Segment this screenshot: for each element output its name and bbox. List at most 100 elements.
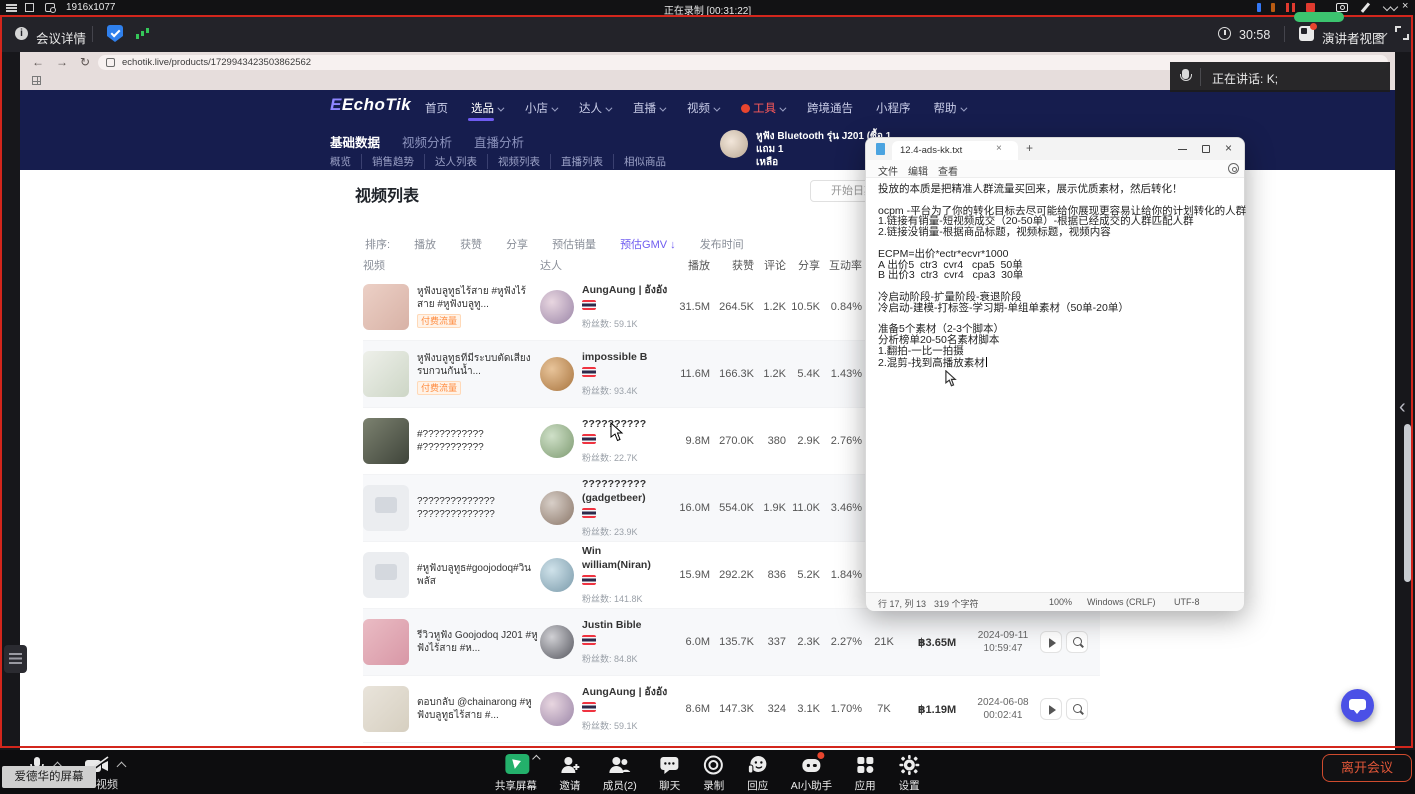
record-button[interactable]: 录制: [703, 754, 725, 793]
close-tab-icon[interactable]: ×: [996, 143, 1002, 154]
video-thumbnail[interactable]: [363, 686, 409, 732]
minimize-icon[interactable]: [1178, 149, 1187, 150]
nav-live[interactable]: 直播: [633, 100, 664, 116]
tab-basic-data[interactable]: 基础数据: [330, 132, 380, 151]
settings-gear-icon[interactable]: [1228, 163, 1239, 174]
nav-tools[interactable]: 工具: [741, 100, 784, 116]
new-tab-icon[interactable]: +: [1026, 141, 1033, 155]
info-icon[interactable]: [15, 27, 28, 40]
nav-shops[interactable]: 小店: [525, 100, 556, 116]
influencer-name[interactable]: impossible B: [582, 351, 647, 364]
nav-videos[interactable]: 视频: [687, 100, 718, 116]
influencer-avatar[interactable]: [540, 491, 574, 525]
tab-overview[interactable]: 概览: [330, 154, 362, 169]
tab-video-analysis[interactable]: 视频分析: [402, 132, 452, 151]
members-button[interactable]: 成员(2): [603, 754, 637, 793]
nav-help[interactable]: 帮助: [934, 100, 965, 116]
influencer-name[interactable]: ??????????: [582, 418, 646, 431]
inspect-video-button[interactable]: [1066, 698, 1088, 720]
tab-live-list[interactable]: 直播列表: [551, 154, 614, 169]
video-title[interactable]: ?????????????? ?????????????? ???????...: [417, 495, 540, 522]
sort-likes[interactable]: 获赞: [460, 236, 482, 252]
settings-button[interactable]: 设置: [898, 754, 920, 793]
influencer-name[interactable]: ?????????? (gadgetbeer): [582, 478, 670, 504]
menu-file[interactable]: 文件: [878, 163, 898, 178]
tab-influencer-list[interactable]: 达人列表: [425, 154, 488, 169]
influencer-avatar[interactable]: [540, 424, 574, 458]
ai-assistant-button[interactable]: AI小助手: [791, 754, 832, 793]
security-shield-icon[interactable]: [107, 25, 123, 42]
chevron-up-icon[interactable]: [532, 755, 540, 763]
play-video-button[interactable]: [1040, 631, 1062, 653]
influencer-avatar[interactable]: [540, 290, 574, 324]
video-title[interactable]: รีวิวหูฟัง Goojodoq J201 #หูฟังไร้สาย #ห…: [417, 629, 540, 655]
video-title[interactable]: ตอบกลับ @chainarong #หูฟังบลูทูธไร้สาย #…: [417, 696, 540, 722]
echotik-logo[interactable]: EEchoTik: [330, 95, 411, 115]
maximize-icon[interactable]: [1202, 145, 1210, 153]
invite-button[interactable]: 邀请: [559, 754, 581, 793]
video-thumbnail-placeholder[interactable]: [363, 485, 409, 531]
close-window-icon[interactable]: ×: [1225, 141, 1232, 155]
network-signal-icon[interactable]: [136, 34, 139, 39]
video-title[interactable]: หูฟังบลูทูธที่มีระบบตัดเสียงรบกวนกันน้ำ.…: [417, 352, 540, 378]
speaker-view-button[interactable]: 演讲者视图: [1322, 28, 1385, 47]
influencer-avatar[interactable]: [540, 558, 574, 592]
sort-est-sales[interactable]: 预估销量: [552, 236, 596, 252]
back-icon[interactable]: ←: [32, 55, 44, 69]
line-ending[interactable]: Windows (CRLF): [1087, 597, 1156, 607]
video-thumbnail[interactable]: [363, 284, 409, 330]
nav-home[interactable]: 首页: [425, 100, 448, 116]
influencer-name[interactable]: AungAung | อังอัง: [582, 686, 667, 699]
sort-plays[interactable]: 播放: [414, 236, 436, 252]
zoom-level[interactable]: 100%: [1049, 597, 1072, 607]
menu-edit[interactable]: 编辑: [908, 163, 928, 178]
nav-miniprogram[interactable]: 小程序: [876, 100, 911, 116]
notepad-text-area[interactable]: 投放的本质是把精准人群流量买回来，展示优质素材，然后转化！ ocpm -平台为了…: [866, 178, 1244, 592]
video-title[interactable]: หูฟังบลูทูธไร้สาย #หูฟังไร้สาย #หูฟังบลู…: [417, 285, 540, 311]
tab-similar-products[interactable]: 相似商品: [614, 154, 676, 169]
nav-crossborder[interactable]: 跨境通告: [807, 100, 853, 116]
screenshot-icon[interactable]: [1336, 3, 1348, 12]
influencer-avatar[interactable]: [540, 625, 574, 659]
forward-icon[interactable]: →: [56, 55, 68, 69]
page-scrollbar[interactable]: [1404, 424, 1411, 582]
reload-icon[interactable]: ↻: [80, 55, 90, 69]
video-thumbnail[interactable]: [363, 418, 409, 464]
influencer-avatar[interactable]: [540, 692, 574, 726]
pause-recording-icon[interactable]: [1286, 3, 1289, 12]
encoding[interactable]: UTF-8: [1174, 597, 1200, 607]
stop-recording-icon[interactable]: [1306, 3, 1315, 12]
video-title[interactable]: #??????????? #??????????? #????????????.…: [417, 428, 540, 455]
nav-influencers[interactable]: 达人: [579, 100, 610, 116]
sort-shares[interactable]: 分享: [506, 236, 528, 252]
tab-sales-trend[interactable]: 销售趋势: [362, 154, 425, 169]
influencer-avatar[interactable]: [540, 357, 574, 391]
meeting-details-button[interactable]: 会议详情: [36, 28, 86, 47]
play-video-button[interactable]: [1040, 698, 1062, 720]
video-thumbnail[interactable]: [363, 619, 409, 665]
influencer-name[interactable]: Justin Bible: [582, 619, 642, 632]
influencer-name[interactable]: AungAung | อังอัง: [582, 284, 667, 297]
reactions-button[interactable]: 回应: [747, 754, 769, 793]
table-row[interactable]: ตอบกลับ @chainarong #หูฟังบลูทูธไร้สาย #…: [363, 676, 1100, 743]
share-screen-button[interactable]: 共享屏幕: [495, 754, 537, 793]
site-permissions-icon[interactable]: [106, 58, 115, 67]
tab-live-analysis[interactable]: 直播分析: [474, 132, 524, 151]
sort-est-gmv[interactable]: 预估GMV ↓: [620, 236, 676, 252]
apps-button[interactable]: 应用: [854, 754, 876, 793]
panel-handle[interactable]: [4, 645, 27, 673]
fullscreen-icon[interactable]: [1395, 26, 1409, 40]
chat-button[interactable]: 聊天: [659, 754, 681, 793]
influencer-name[interactable]: Win william(Niran): [582, 545, 670, 571]
sidebar-collapse-icon[interactable]: ‹: [1399, 396, 1406, 419]
leave-meeting-button[interactable]: 离开会议: [1322, 754, 1412, 782]
table-row[interactable]: รีวิวหูฟัง Goojodoq J201 #หูฟังไร้สาย #ห…: [363, 609, 1100, 676]
nav-products[interactable]: 选品: [471, 100, 502, 116]
inspect-video-button[interactable]: [1066, 631, 1088, 653]
chat-bubble-button[interactable]: [1341, 689, 1374, 722]
tab-video-list[interactable]: 视频列表: [488, 154, 551, 169]
draw-icon[interactable]: [1360, 2, 1371, 13]
video-thumbnail-placeholder[interactable]: [363, 552, 409, 598]
close-recorder-icon[interactable]: ×: [1402, 0, 1408, 12]
camera-options-chevron[interactable]: [117, 762, 127, 772]
